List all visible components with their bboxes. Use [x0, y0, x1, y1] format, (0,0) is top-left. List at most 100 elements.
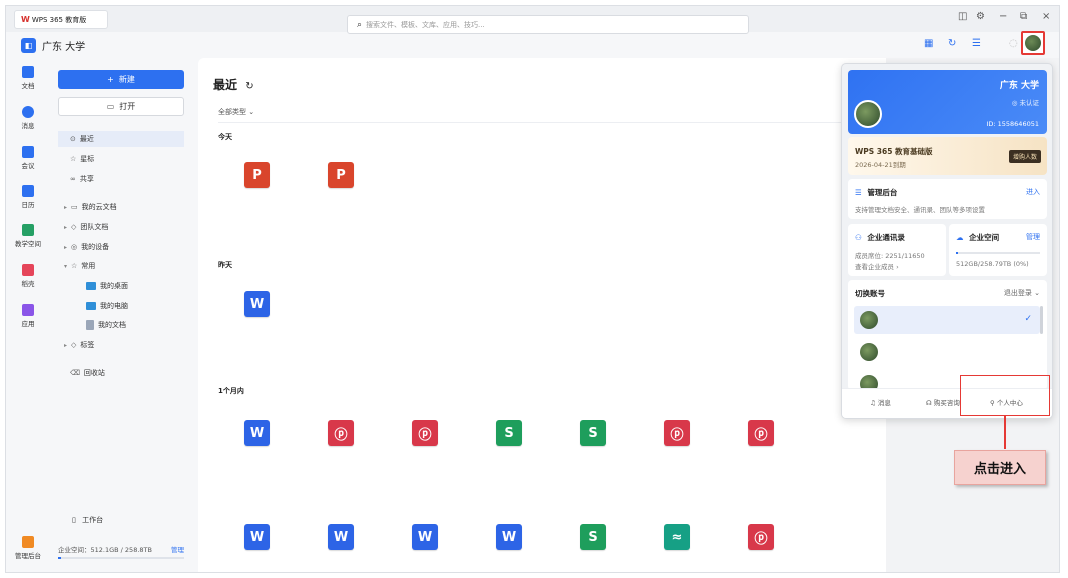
file-icon[interactable]: W	[244, 420, 270, 446]
buy-seats-button[interactable]: 增购人数	[1008, 150, 1041, 163]
callout-line	[1004, 416, 1006, 449]
admin-desc: 支持管理文档安全、通讯录、团队等多项设置	[855, 206, 985, 214]
chevron-right-icon: ▸	[64, 341, 68, 349]
search-icon: ⌕	[357, 19, 363, 30]
file-icon[interactable]: W	[328, 524, 354, 550]
file-icon[interactable]: S	[580, 420, 606, 446]
account-avatar[interactable]	[854, 100, 882, 128]
nav-calendar[interactable]: 日历	[6, 185, 50, 209]
meeting-icon	[22, 146, 34, 158]
space-manage-link[interactable]: 管理	[1026, 232, 1040, 242]
new-button[interactable]: + 新建	[58, 70, 184, 89]
edition-expiry: 2026-04-21到期	[855, 161, 906, 169]
sync-icon[interactable]: ↻	[948, 38, 956, 49]
docer-icon	[22, 264, 34, 276]
user-avatar-button[interactable]	[1021, 31, 1045, 55]
menu-icon[interactable]: ☰	[972, 38, 981, 49]
sidebar-item-trash[interactable]: ⌫ 回收站	[58, 365, 184, 381]
close-icon[interactable]: ×	[1042, 11, 1050, 22]
clock-icon: ⊙	[70, 135, 76, 143]
left-nav: 文档 消息 会议 日历 教学空间 稻壳 应用 管理后台	[6, 58, 50, 572]
org-logo-icon: ◧	[21, 38, 36, 53]
file-icon[interactable]: ⓟ	[664, 420, 690, 446]
contacts-card[interactable]: ⚇ 企业通讯录 成员席位: 2251/11650 查看企业成员 ›	[848, 224, 946, 276]
section-month: 1个月内	[218, 387, 244, 395]
admin-enter-link[interactable]: 进入	[1026, 187, 1040, 197]
wps-logo-icon: W	[21, 15, 30, 24]
sidebar-item-my-computer[interactable]: 我的电脑	[58, 298, 184, 314]
file-icon[interactable]: ⓟ	[748, 524, 774, 550]
space-usage: 512GB/258.79TB (0%)	[956, 260, 1029, 268]
file-icon[interactable]: ⓟ	[328, 420, 354, 446]
logout-button[interactable]: 退出登录 ⌄	[1004, 288, 1040, 298]
team-icon: ◇	[71, 223, 77, 231]
page-title: 最近 ↻	[213, 78, 254, 92]
vip-icon[interactable]: ◌	[1009, 38, 1018, 49]
scrollbar[interactable]	[1040, 306, 1043, 334]
sidebar-item-my-documents[interactable]: 我的文档	[58, 317, 184, 333]
grid-icon[interactable]: ▦	[924, 38, 933, 49]
verify-status[interactable]: ◎ 未认证	[1012, 97, 1039, 107]
sidebar-item-team-docs[interactable]: ▸ ◇ 团队文档	[58, 219, 184, 235]
trash-icon: ⌫	[70, 369, 80, 377]
nav-documents[interactable]: 文档	[6, 66, 50, 90]
contacts-view-link[interactable]: 查看企业成员 ›	[855, 261, 899, 271]
minimize-icon[interactable]: −	[999, 11, 1007, 22]
space-bar-fill	[956, 252, 958, 254]
admin-card[interactable]: ☰ 管理后台 进入 支持管理文档安全、通讯录、团队等多项设置	[848, 179, 1047, 219]
file-icon[interactable]: S	[496, 420, 522, 446]
nav-messages[interactable]: 消息	[6, 106, 50, 130]
settings-icon[interactable]: ⚙	[976, 11, 985, 22]
workbench-link[interactable]: ▯ 工作台	[72, 515, 103, 525]
folder-icon: ▭	[71, 203, 78, 211]
app-tab[interactable]: W WPS 365 教育版	[14, 10, 108, 29]
sidebar-item-tags[interactable]: ▸ ◇ 标签	[58, 337, 184, 353]
admin-icon	[22, 536, 34, 548]
file-icon[interactable]: W	[244, 291, 270, 317]
type-filter[interactable]: 全部类型 ⌄	[218, 107, 254, 117]
chevron-right-icon: ▸	[64, 203, 68, 211]
layout-icon[interactable]: ◫	[958, 11, 967, 22]
sidebar-item-common[interactable]: ▾ ☆ 常用	[58, 258, 184, 274]
sidebar-item-devices[interactable]: ▸ ◎ 我的设备	[58, 239, 184, 255]
file-icon[interactable]: S	[580, 524, 606, 550]
contacts-seats: 成员席位: 2251/11650	[855, 252, 925, 260]
sidebar-item-shared[interactable]: ∞ 共享	[58, 171, 184, 187]
nav-teaching-space[interactable]: 教学空间	[6, 224, 50, 248]
file-icon[interactable]: W	[412, 524, 438, 550]
nav-apps[interactable]: 应用	[6, 304, 50, 328]
refresh-icon[interactable]: ↻	[245, 81, 253, 92]
sidebar-item-starred[interactable]: ☆ 星标	[58, 151, 184, 167]
file-icon[interactable]: W	[496, 524, 522, 550]
sidebar-item-recent[interactable]: ⊙ 最近	[58, 131, 184, 147]
restore-icon[interactable]: ⧉	[1020, 11, 1027, 22]
file-icon[interactable]: P	[244, 162, 270, 188]
tab-title: WPS 365 教育版	[31, 15, 87, 24]
nav-docer[interactable]: 稻壳	[6, 264, 50, 288]
star-icon: ☆	[70, 155, 77, 163]
space-title: ☁ 企业空间	[956, 233, 1000, 242]
footer-messages-button[interactable]: ♫ 消息	[870, 397, 891, 407]
space-card[interactable]: ☁ 企业空间 管理 512GB/258.79TB (0%)	[949, 224, 1047, 276]
account-row[interactable]	[854, 338, 1040, 366]
account-row-current[interactable]: ✓	[854, 306, 1040, 334]
file-icon[interactable]: ⓟ	[748, 420, 774, 446]
sidebar-item-desktop[interactable]: 我的桌面	[58, 278, 184, 294]
file-icon[interactable]: W	[244, 524, 270, 550]
search-input[interactable]: ⌕ 搜索文件、模板、文库、应用、技巧...	[347, 15, 749, 34]
org-switcher[interactable]: ◧ 广东 大学	[21, 38, 85, 53]
admin-title: ☰ 管理后台	[855, 188, 898, 197]
share-icon: ∞	[70, 175, 76, 183]
storage-manage-link[interactable]: 管理	[171, 544, 184, 554]
file-icon[interactable]: P	[328, 162, 354, 188]
open-button[interactable]: ▭ 打开	[58, 97, 184, 116]
nav-admin[interactable]: 管理后台	[6, 536, 50, 560]
footer-sales-button[interactable]: ☊ 购买咨询	[926, 397, 960, 407]
sidebar-item-cloud-docs[interactable]: ▸ ▭ 我的云文档	[58, 199, 184, 215]
file-icon[interactable]: ≈	[664, 524, 690, 550]
file-icon[interactable]: ⓟ	[412, 420, 438, 446]
nav-meetings[interactable]: 会议	[6, 146, 50, 170]
document-icon	[22, 66, 34, 78]
app-window: W WPS 365 教育版 ◫ ⚙ − ⧉ × ◧ 广东 大学 ⌕ 搜索文件、模…	[5, 5, 1060, 573]
tag-icon: ◇	[71, 341, 77, 349]
